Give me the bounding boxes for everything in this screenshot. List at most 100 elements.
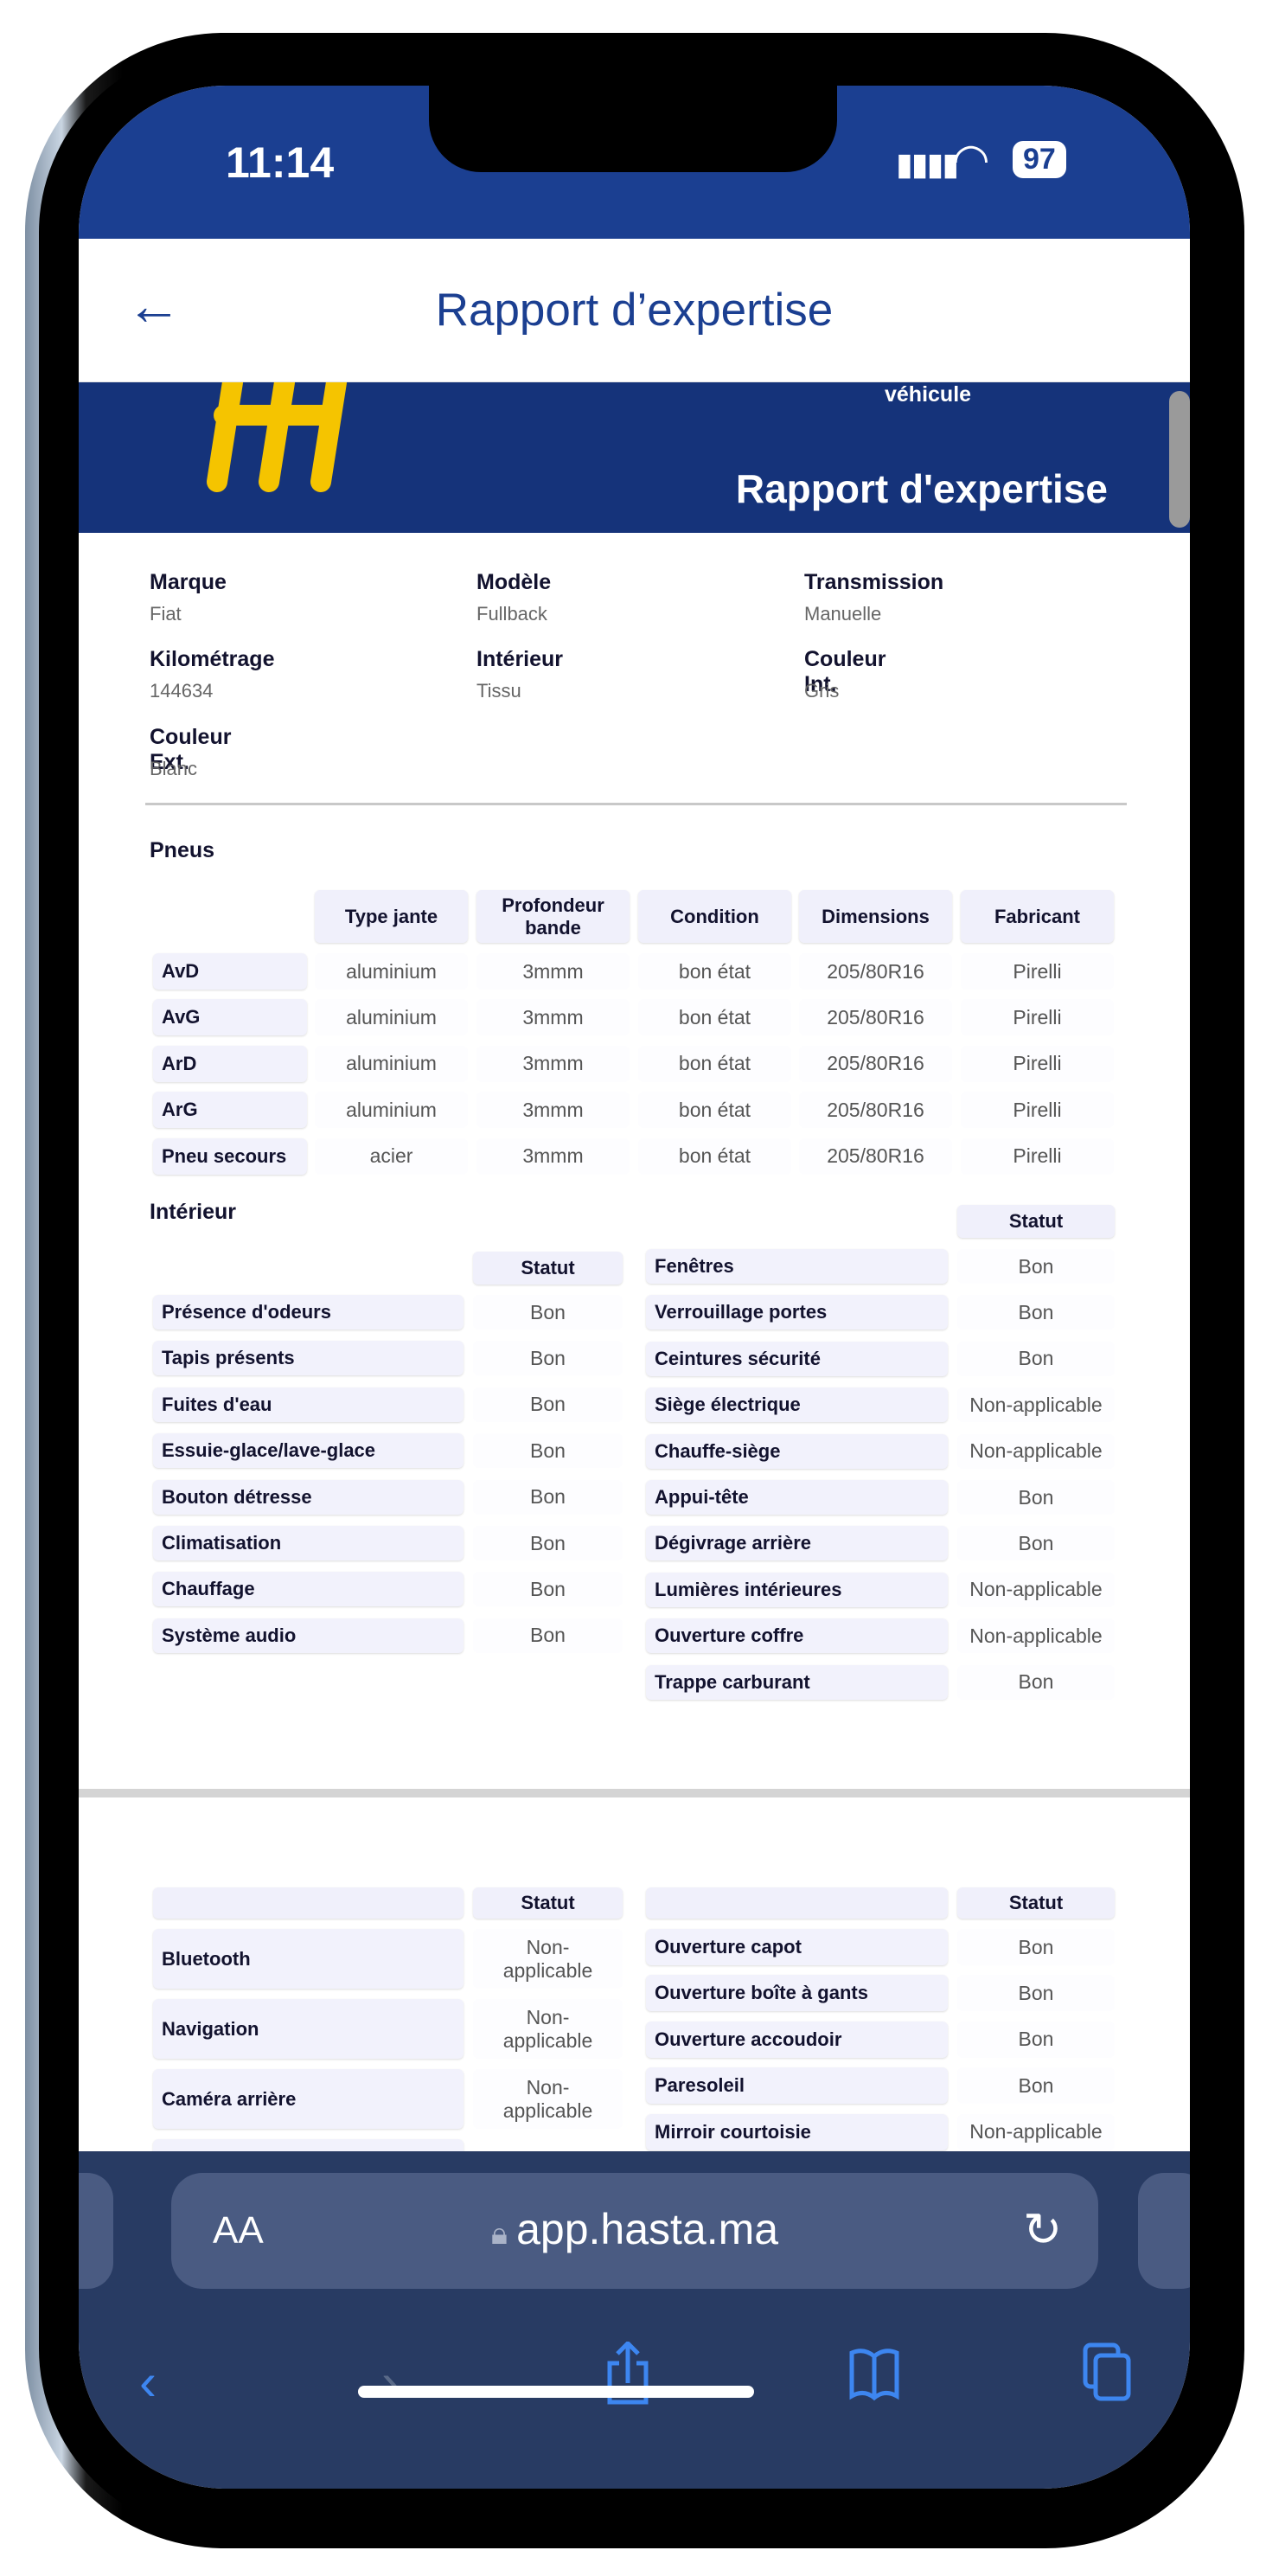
check-status: Bon — [473, 1433, 623, 1469]
check-item: Navigation — [153, 1999, 464, 2059]
browser-toolbar: AA 🔒︎ app.hasta.ma ↻ ‹ › — [79, 2151, 1190, 2489]
tire-position: AvD — [153, 953, 307, 990]
table-cell: acier — [315, 1137, 468, 1175]
scrollbar[interactable] — [1169, 391, 1190, 528]
check-status: Non-applicable — [957, 1618, 1115, 1654]
check-status: Bon — [473, 1387, 623, 1422]
check-status: Non-applicable — [957, 1387, 1115, 1423]
url-text: app.hasta.ma — [516, 2205, 779, 2253]
status-header: Statut — [473, 1252, 623, 1285]
field-value: Manuelle — [804, 603, 882, 625]
banner-title: Rapport d'expertise — [735, 466, 1108, 511]
check-item: Ouverture coffre — [646, 1618, 948, 1654]
table-header: Type jante — [315, 890, 468, 943]
table-cell: 3mmm — [476, 1092, 630, 1129]
battery-icon: 97 — [1013, 141, 1066, 178]
address-bar[interactable]: AA 🔒︎ app.hasta.ma ↻ — [171, 2173, 1098, 2289]
check-item: Chauffage — [153, 1572, 464, 1607]
table-cell: bon état — [638, 1045, 791, 1082]
lock-icon: 🔒︎ — [490, 2215, 517, 2251]
check-status: Bon — [957, 1929, 1115, 1965]
table-cell: aluminium — [315, 1092, 468, 1129]
field-value: Tissu — [476, 680, 521, 702]
check-item: Ouverture accoudoir — [646, 2021, 948, 2058]
check-status: Bon — [957, 1664, 1115, 1700]
bookmarks-icon[interactable] — [848, 2346, 900, 2402]
check-status: Bon — [957, 1480, 1115, 1515]
screen: 11:14 ▮▮▮▮ ◠ 97 Rapport d’expertise ← vé… — [79, 86, 1190, 2489]
table-cell: aluminium — [315, 999, 468, 1036]
field-label: Intérieur — [476, 647, 564, 671]
check-status: Bon — [957, 2021, 1115, 2058]
field-label: Marque — [150, 570, 227, 594]
status-header: Statut — [473, 1887, 623, 1919]
dynamic-island — [429, 86, 837, 172]
check-status: Bon — [957, 1295, 1115, 1330]
table-cell: 205/80R16 — [799, 1045, 952, 1082]
field-value: Fiat — [150, 603, 182, 625]
check-status: Non-applicable — [957, 1433, 1115, 1469]
next-tab-preview[interactable] — [1138, 2173, 1190, 2289]
check-item: Mirroir courtoisie — [646, 2113, 948, 2150]
table-cell: 205/80R16 — [799, 1137, 952, 1175]
check-item: Lumières intérieures — [646, 1572, 948, 1607]
tabs-icon[interactable] — [1082, 2342, 1134, 2402]
check-item: Bouton détresse — [153, 1479, 464, 1515]
forward-icon[interactable]: › — [381, 2352, 399, 2412]
table-cell: aluminium — [315, 1045, 468, 1082]
check-item: Essuie-glace/lave-glace — [153, 1433, 464, 1469]
prev-tab-preview[interactable] — [79, 2173, 113, 2289]
table-cell: Pirelli — [961, 1137, 1114, 1175]
table-cell: Pirelli — [961, 1045, 1114, 1082]
field-label: Transmission — [804, 570, 944, 594]
clock: 11:14 — [226, 138, 335, 187]
check-item: Dégivrage arrière — [646, 1526, 948, 1561]
status-header: Statut — [957, 1205, 1115, 1238]
field-value: Gris — [804, 680, 840, 702]
reload-icon[interactable]: ↻ — [1023, 2202, 1062, 2257]
tire-position: Pneu secours — [153, 1137, 307, 1175]
empty-header — [646, 1887, 948, 1919]
page-title: Rapport d’expertise — [435, 285, 834, 336]
wifi-icon: ◠ — [952, 135, 990, 183]
check-item: Ceintures sécurité — [646, 1341, 948, 1376]
check-status: Non-applicable — [473, 1929, 623, 1989]
table-cell: 205/80R16 — [799, 1092, 952, 1129]
field-value: 144634 — [150, 680, 214, 702]
check-item: Paresoleil — [646, 2067, 948, 2105]
check-status: Non-applicable — [957, 1572, 1115, 1607]
check-item: Ouverture boîte à gants — [646, 1975, 948, 2012]
field-label: Modèle — [476, 570, 552, 594]
table-header: Profondeur bande — [476, 890, 630, 943]
table-cell: bon état — [638, 1137, 791, 1175]
check-item: Tapis présents — [153, 1341, 464, 1376]
status-header: Statut — [957, 1887, 1115, 1919]
check-item: Ouverture capot — [646, 1929, 948, 1965]
table-cell: 3mmm — [476, 1045, 630, 1082]
check-item: Fenêtres — [646, 1249, 948, 1284]
home-indicator[interactable] — [358, 2386, 754, 2398]
field-label: Kilométrage — [150, 647, 275, 671]
check-status: Non-applicable — [473, 2069, 623, 2129]
check-status: Bon — [473, 1341, 623, 1376]
check-status: Bon — [957, 1249, 1115, 1284]
table-header: Dimensions — [799, 890, 952, 943]
check-item: Caméra arrière — [153, 2069, 464, 2129]
table-cell: Pirelli — [961, 999, 1114, 1036]
tire-position: ArD — [153, 1045, 307, 1082]
back-arrow-icon[interactable]: ← — [126, 273, 182, 337]
check-status: Bon — [473, 1479, 623, 1515]
table-header: Fabricant — [961, 890, 1114, 943]
table-cell: bon état — [638, 999, 791, 1036]
check-item: Système audio — [153, 1618, 464, 1653]
check-item: Trappe carburant — [646, 1664, 948, 1700]
empty-header — [153, 1887, 464, 1919]
table-cell: 3mmm — [476, 953, 630, 990]
page-break — [79, 1789, 1190, 1797]
tire-position: ArG — [153, 1092, 307, 1129]
url-field[interactable]: 🔒︎ app.hasta.ma — [171, 2204, 1098, 2254]
check-status: Non-applicable — [473, 1999, 623, 2059]
check-status: Bon — [473, 1618, 623, 1653]
back-icon[interactable]: ‹ — [139, 2352, 157, 2412]
check-item: Verrouillage portes — [646, 1295, 948, 1330]
